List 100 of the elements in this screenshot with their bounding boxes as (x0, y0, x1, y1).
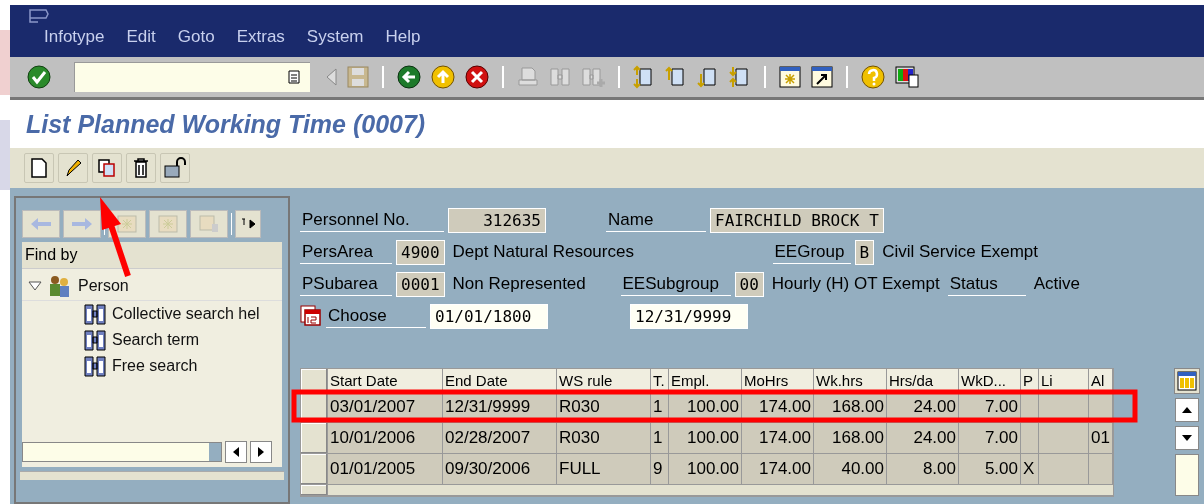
field-description: Non Represented (451, 274, 587, 294)
dropdown-icon[interactable] (288, 70, 300, 84)
column-header[interactable]: WS rule (557, 369, 651, 391)
select-all-button[interactable] (301, 369, 328, 391)
column-settings-button[interactable] (1174, 368, 1200, 394)
column-header[interactable]: T. (651, 369, 669, 391)
create-button[interactable] (24, 153, 54, 183)
table-cell: 01 (1089, 423, 1113, 453)
table-cell: FULL (557, 454, 651, 484)
calendar-icon[interactable] (300, 305, 322, 327)
tree-item[interactable]: Collective search hel (112, 305, 260, 323)
layout-icon[interactable] (894, 65, 920, 89)
table-cell: 09/30/2006 (443, 454, 557, 484)
field-description: Hourly (H) OT Exempt (770, 274, 941, 294)
right-arrow-icon (71, 217, 93, 231)
vertical-scrollbar[interactable] (1175, 454, 1199, 496)
table-cell: 174.00 (742, 423, 814, 453)
column-header[interactable]: WkD... (959, 369, 1021, 391)
pencil-icon (64, 157, 82, 179)
scroll-down-button[interactable] (1175, 426, 1199, 450)
table-cell: 100.00 (669, 454, 742, 484)
p-subarea-field: 0001 (396, 271, 445, 297)
menu-item[interactable]: Goto (177, 27, 215, 47)
lock-button[interactable] (160, 153, 190, 183)
column-header[interactable]: Al (1089, 369, 1113, 391)
field-label: PersArea (300, 240, 392, 264)
padlock-icon (163, 157, 187, 179)
right-triangle-icon (257, 447, 265, 457)
name-field: FAIRCHILD BROCK T (710, 207, 884, 233)
table-cell: 9 (651, 454, 669, 484)
row-selector[interactable] (301, 423, 328, 453)
find-icon (548, 65, 572, 89)
back-arrow-icon (324, 66, 338, 88)
back-icon[interactable] (396, 64, 422, 90)
table-cell: 40.00 (814, 454, 887, 484)
menu-item[interactable]: Edit (126, 27, 156, 47)
menu-item[interactable]: Extras (236, 27, 285, 47)
cancel-icon[interactable] (464, 64, 490, 90)
menu-item[interactable]: Infotype (44, 27, 105, 47)
ee-group-field: B (854, 239, 875, 265)
command-field[interactable] (74, 62, 310, 92)
field-label: PSubarea (300, 272, 392, 296)
down-triangle-icon (1182, 434, 1192, 442)
copy-button[interactable] (92, 153, 122, 183)
menu-item[interactable]: System (306, 27, 364, 47)
scroll-left-button[interactable] (225, 441, 247, 463)
tree-item[interactable]: Person (78, 277, 129, 295)
binoculars-icon (84, 355, 106, 377)
binoculars-icon (84, 329, 106, 351)
from-date-field[interactable]: 01/01/1800 (430, 303, 548, 329)
table-cell: 174.00 (742, 454, 814, 484)
sparkle-icon (117, 215, 137, 233)
table-cell: 01/01/2005 (328, 454, 443, 484)
new-session-icon[interactable] (778, 65, 802, 89)
row-selector[interactable] (301, 454, 328, 484)
column-header[interactable]: End Date (443, 369, 557, 391)
splitter-handle[interactable] (20, 471, 284, 480)
exit-icon[interactable] (430, 64, 456, 90)
document-icon (30, 157, 48, 179)
table-cell: 7.00 (959, 423, 1021, 453)
field-label: Status (947, 272, 1026, 296)
enter-icon[interactable] (26, 64, 52, 90)
change-button[interactable] (58, 153, 88, 183)
column-header[interactable]: P (1021, 369, 1039, 391)
menu-item[interactable]: Help (385, 27, 421, 47)
to-date-field[interactable]: 12/31/9999 (630, 303, 748, 329)
field-label: Personnel No. (300, 208, 444, 232)
column-header[interactable]: Wk.hrs (814, 369, 887, 391)
trash-icon (132, 157, 150, 179)
table-cell: 168.00 (814, 423, 887, 453)
field-label: Choose (326, 304, 426, 328)
table-cell: 10/01/2006 (328, 423, 443, 453)
scroll-up-button[interactable] (1175, 398, 1199, 422)
tree-item[interactable]: Search term (112, 331, 200, 349)
collapse-icon[interactable] (28, 281, 42, 291)
column-header[interactable]: Hrs/da (887, 369, 959, 391)
window-icon (199, 215, 219, 233)
column-header[interactable]: Empl. (669, 369, 742, 391)
tree-item[interactable]: Free search (112, 357, 198, 375)
columns-icon (1177, 371, 1197, 391)
find-next-icon (580, 65, 606, 89)
column-header[interactable]: Start Date (328, 369, 443, 391)
table-cell: 5.00 (959, 454, 1021, 484)
find-by-header: Find by (22, 242, 282, 269)
column-header[interactable]: MoHrs (742, 369, 814, 391)
window-menu-icon[interactable] (28, 8, 50, 24)
more-button[interactable] (235, 210, 261, 238)
scroll-right-button[interactable] (250, 441, 272, 463)
save-icon (346, 65, 370, 89)
row-selector[interactable] (301, 485, 328, 495)
column-header[interactable]: Li (1039, 369, 1089, 391)
status-value: Active (1032, 274, 1081, 294)
sparkle-icon (158, 215, 178, 233)
shortcut-icon[interactable] (810, 65, 834, 89)
table-cell: R030 (557, 423, 651, 453)
right-triangle-icon (240, 217, 256, 231)
horizontal-scrollbar[interactable] (22, 442, 222, 462)
table-cell: 100.00 (669, 423, 742, 453)
delete-button[interactable] (126, 153, 156, 183)
help-icon[interactable] (860, 64, 886, 90)
